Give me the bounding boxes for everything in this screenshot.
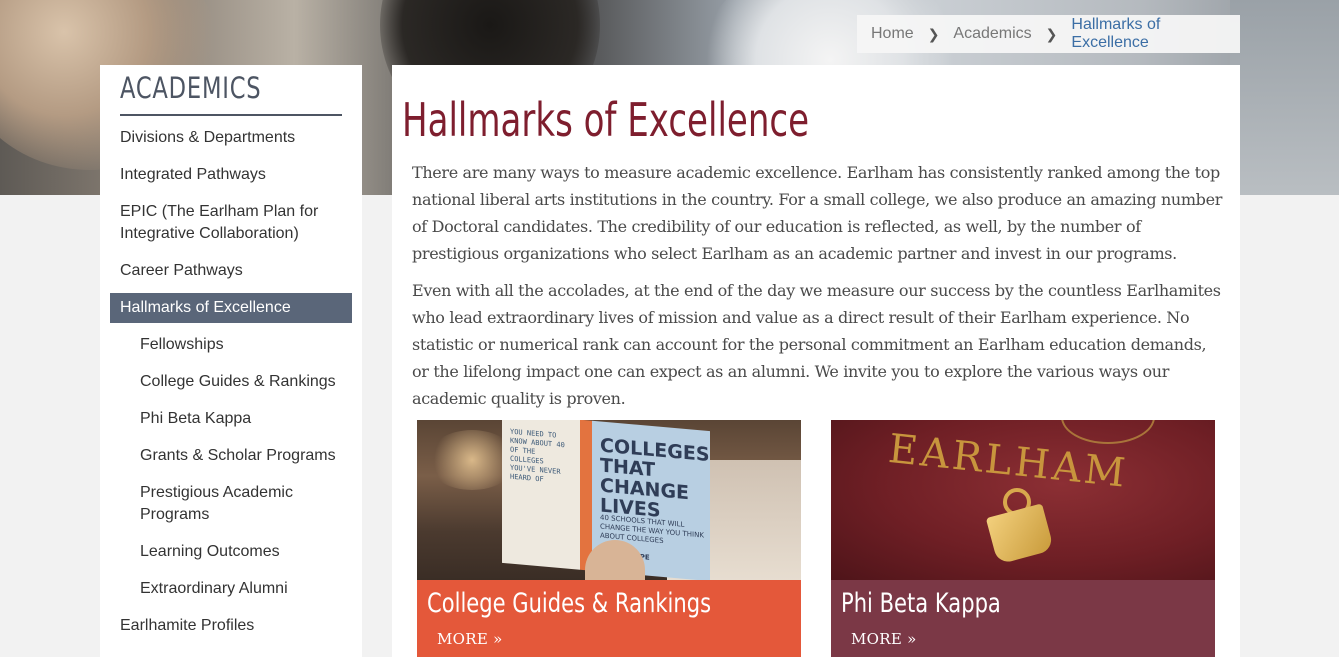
sidebar-item-college-guides-rankings[interactable]: College Guides & Rankings xyxy=(140,371,350,393)
sidebar-title: ACADEMICS xyxy=(120,71,262,105)
sidebar-item-hallmarks-of-excellence[interactable]: Hallmarks of Excellence xyxy=(110,293,352,323)
intro-paragraph: There are many ways to measure academic … xyxy=(412,163,1222,263)
phi-beta-kappa-key-image: EARLHAM xyxy=(831,420,1215,580)
chevron-right-icon: ❯ xyxy=(1045,25,1058,42)
card-title: College Guides & Rankings xyxy=(427,588,712,619)
breadcrumb-current[interactable]: Hallmarks of Excellence xyxy=(1057,16,1240,52)
sidebar-item-extraordinary-alumni[interactable]: Extraordinary Alumni xyxy=(140,578,350,600)
sidebar-item-phi-beta-kappa[interactable]: Phi Beta Kappa xyxy=(140,408,350,430)
more-link[interactable]: MORE » xyxy=(851,630,917,648)
card-title: Phi Beta Kappa xyxy=(841,588,1001,619)
breadcrumb: Home ❯ Academics ❯ Hallmarks of Excellen… xyxy=(857,15,1240,53)
sidebar-item-integrated-pathways[interactable]: Integrated Pathways xyxy=(120,164,342,186)
sidebar-item-divisions-departments[interactable]: Divisions & Departments xyxy=(120,127,342,149)
breadcrumb-academics[interactable]: Academics xyxy=(939,25,1031,43)
card-phi-beta-kappa[interactable]: EARLHAM Phi Beta Kappa MORE » xyxy=(831,420,1215,657)
breadcrumb-home[interactable]: Home xyxy=(857,25,914,43)
sidebar-item-grants-scholar-programs[interactable]: Grants & Scholar Programs xyxy=(140,445,350,467)
chevron-right-icon: ❯ xyxy=(927,25,940,42)
sidebar-item-prestigious-academic-programs[interactable]: Prestigious Academic Programs xyxy=(140,482,350,526)
body-paragraph: Even with all the accolades, at the end … xyxy=(412,281,1221,408)
more-link[interactable]: MORE » xyxy=(437,630,503,648)
sidebar-divider xyxy=(120,114,342,116)
page-title: Hallmarks of Excellence xyxy=(402,93,810,147)
college-guides-book-image: YOU NEED TO KNOW ABOUT 40 OF THE COLLEGE… xyxy=(417,420,801,582)
sidebar-item-learning-outcomes[interactable]: Learning Outcomes xyxy=(140,541,350,563)
sidebar-item-earlhamite-profiles[interactable]: Earlhamite Profiles xyxy=(120,615,342,637)
sidebar-item-career-pathways[interactable]: Career Pathways xyxy=(120,260,342,282)
sidebar-item-fellowships[interactable]: Fellowships xyxy=(140,334,350,356)
sidebar-nav: ACADEMICS Divisions & Departments Integr… xyxy=(100,65,362,657)
sidebar-item-epic[interactable]: EPIC (The Earlham Plan for Integrative C… xyxy=(120,201,342,245)
card-college-guides-rankings[interactable]: YOU NEED TO KNOW ABOUT 40 OF THE COLLEGE… xyxy=(417,420,801,657)
